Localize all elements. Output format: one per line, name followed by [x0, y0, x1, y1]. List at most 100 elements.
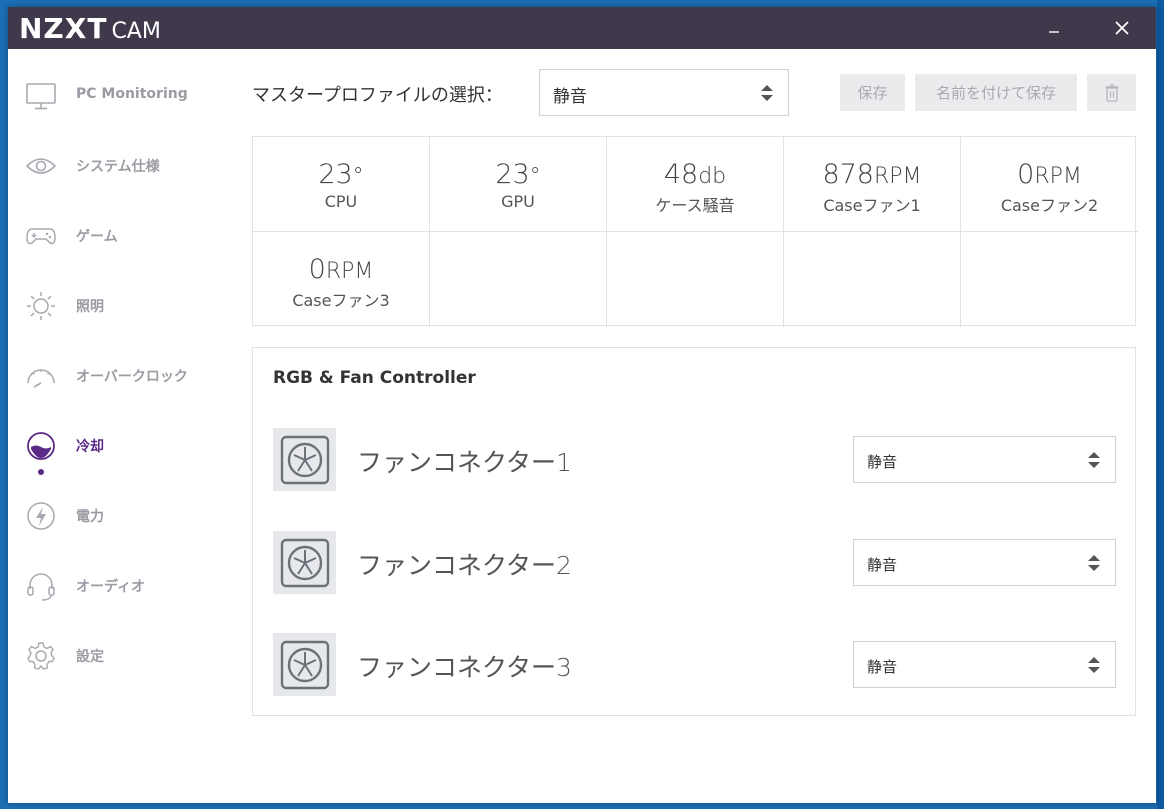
rgb-fan-controller-panel: RGB & Fan Controller ファンコネクター1 静音 ファンコネク… [252, 347, 1136, 716]
sidebar-item-label: 冷却 [76, 439, 104, 455]
eye-icon [24, 149, 58, 183]
gauge-icon [24, 359, 58, 393]
stat-empty [961, 232, 1138, 327]
select-arrows-icon [761, 84, 773, 101]
stat-value: 23° [430, 159, 606, 190]
sidebar-item-system-specs[interactable]: システム仕様 [8, 141, 228, 191]
stat-unit: ° [352, 164, 364, 189]
stat-case-fan-3: 0RPM Caseファン3 [253, 232, 430, 327]
master-profile-select[interactable]: 静音 [539, 69, 789, 116]
stat-gpu: 23° GPU [430, 137, 607, 232]
close-icon [1115, 21, 1129, 35]
sidebar-item-games[interactable]: ゲーム [8, 211, 228, 261]
minimize-button[interactable] [1031, 7, 1077, 49]
logo-sub: CAM [111, 19, 161, 44]
trash-icon [1105, 83, 1118, 102]
stat-number: 878 [822, 159, 874, 190]
nzxt-cam-logo: NZXT CAM [19, 12, 161, 46]
stat-empty [784, 232, 961, 327]
stat-empty [430, 232, 607, 327]
close-button[interactable] [1099, 7, 1145, 49]
sidebar-item-label: 電力 [76, 509, 104, 525]
gear-icon [24, 639, 58, 673]
fan-connector-name: ファンコネクター3 [357, 653, 572, 682]
sidebar-item-cooling[interactable]: 冷却 [8, 421, 228, 475]
stat-value: 0RPM [253, 254, 429, 285]
fan-profile-value: 静音 [867, 453, 898, 471]
sidebar-item-label: 設定 [76, 649, 104, 665]
select-arrows-icon [1088, 554, 1100, 571]
stat-case-fan-1: 878RPM Caseファン1 [784, 137, 961, 232]
sidebar-item-label: PC Monitoring [76, 86, 188, 102]
stat-cpu: 23° CPU [253, 137, 430, 232]
headset-icon [24, 569, 58, 603]
stat-label: ケース騒音 [655, 196, 735, 215]
sidebar-item-settings[interactable]: 設定 [8, 631, 228, 681]
stat-value: 48db [607, 159, 783, 190]
fan-connector-name: ファンコネクター1 [357, 448, 572, 477]
stat-case-noise: 48db ケース騒音 [607, 137, 784, 232]
fan-connector-row: ファンコネクター1 静音 [273, 428, 1118, 492]
fan-profile-select[interactable]: 静音 [853, 539, 1116, 586]
sun-icon [24, 289, 58, 323]
fan-profile-select[interactable]: 静音 [853, 436, 1116, 483]
stat-label: Caseファン1 [823, 196, 921, 215]
gamepad-icon [24, 219, 58, 253]
bolt-icon [24, 499, 58, 533]
minimize-icon [1049, 31, 1059, 33]
stat-number: 23 [495, 159, 530, 190]
stat-number: 0 [1017, 159, 1035, 190]
monitor-icon [24, 79, 58, 113]
save-as-button[interactable]: 名前を付けて保存 [915, 74, 1077, 111]
logo-main: NZXT [19, 12, 108, 45]
sidebar-item-audio[interactable]: オーディオ [8, 561, 228, 611]
stat-case-fan-2: 0RPM Caseファン2 [961, 137, 1138, 232]
stat-unit: db [698, 164, 727, 189]
select-arrows-icon [1088, 451, 1100, 468]
fan-profile-value: 静音 [867, 556, 898, 574]
sidebar-item-power[interactable]: 電力 [8, 491, 228, 541]
sidebar-item-overclock[interactable]: オーバークロック [8, 351, 228, 401]
fan-connector-row: ファンコネクター2 静音 [273, 531, 1118, 595]
stat-label: GPU [501, 192, 535, 211]
stat-unit: RPM [1034, 164, 1082, 189]
stat-unit: RPM [325, 259, 374, 284]
master-profile-value: 静音 [553, 87, 587, 107]
stat-number: 0 [308, 254, 326, 285]
panel-title: RGB & Fan Controller [273, 368, 476, 388]
fan-icon [273, 633, 336, 696]
stat-value: 23° [253, 159, 429, 190]
fan-profile-value: 静音 [867, 658, 898, 676]
stat-label: CPU [324, 192, 358, 211]
sidebar-item-label: オーディオ [76, 579, 146, 595]
cooling-icon [24, 429, 58, 463]
stat-unit: RPM [874, 164, 922, 189]
stat-number: 23 [318, 159, 353, 190]
stat-value: 0RPM [961, 159, 1138, 190]
sidebar: PC Monitoring システム仕様 ゲーム 照明 オーバークロック 冷却 … [8, 49, 228, 803]
save-button[interactable]: 保存 [840, 74, 905, 111]
stat-empty [607, 232, 784, 327]
desktop-background [1157, 0, 1164, 809]
fan-profile-select[interactable]: 静音 [853, 641, 1116, 688]
master-profile-label: マスタープロファイルの選択： [252, 85, 503, 106]
fan-icon [273, 428, 336, 491]
select-arrows-icon [1088, 656, 1100, 673]
sidebar-item-label: システム仕様 [76, 159, 160, 175]
fan-icon [273, 531, 336, 594]
sidebar-item-label: 照明 [76, 299, 104, 315]
fan-connector-row: ファンコネクター3 静音 [273, 633, 1118, 697]
sidebar-item-label: ゲーム [76, 229, 118, 245]
sidebar-item-pc-monitoring[interactable]: PC Monitoring [8, 71, 228, 121]
sidebar-item-lighting[interactable]: 照明 [8, 281, 228, 331]
stats-grid: 23° CPU 23° GPU 48db ケース騒音 878RPM Caseファ… [252, 136, 1138, 327]
delete-button[interactable] [1087, 74, 1136, 111]
stat-label: Caseファン3 [292, 291, 390, 310]
active-indicator [38, 469, 44, 475]
sidebar-item-label: オーバークロック [76, 369, 188, 385]
stat-number: 48 [663, 159, 699, 190]
app-window: NZXT CAM PC Monitoring システム仕様 ゲーム 照明 オーバ… [8, 7, 1156, 803]
stat-value: 878RPM [784, 159, 960, 190]
title-bar[interactable]: NZXT CAM [8, 7, 1156, 49]
main-content: マスタープロファイルの選択： 静音 保存 名前を付けて保存 23° CPU 23… [252, 49, 1138, 803]
